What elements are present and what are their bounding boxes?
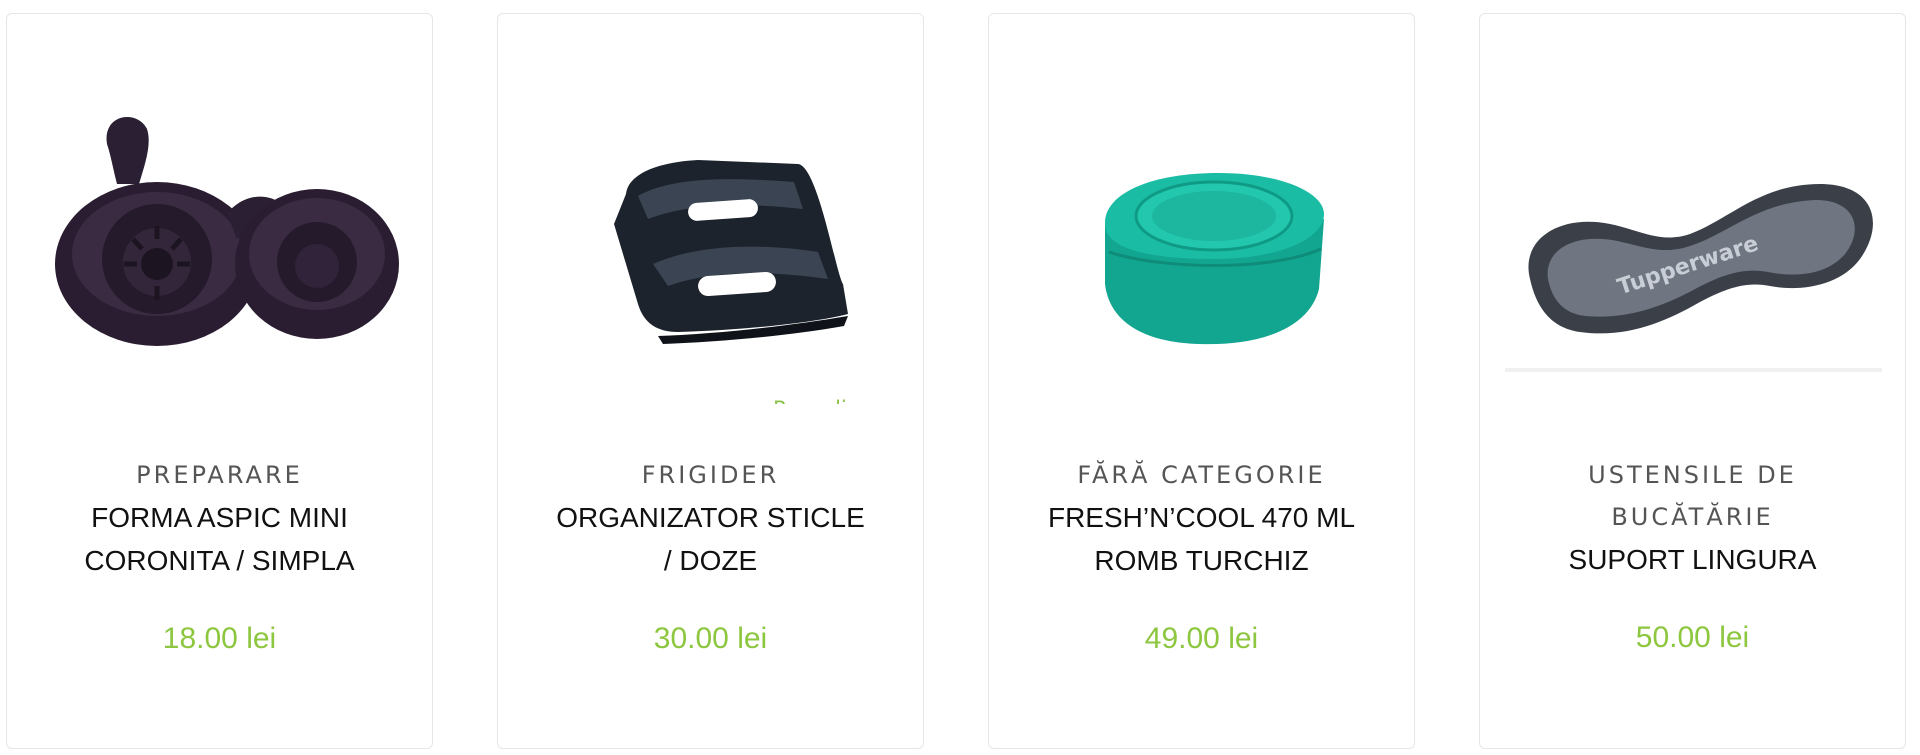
turquoise-container-image — [1104, 172, 1324, 345]
product-grid: PREPARARE FORMA ASPIC MINI CORONITA / SI… — [0, 0, 1920, 755]
product-title[interactable]: FORMA ASPIC MINI CORONITA / SIMPLA — [65, 496, 375, 582]
product-card[interactable]: FĂRĂ CATEGORIE FRESH’N’COOL 470 ML ROMB … — [988, 13, 1415, 749]
product-image[interactable] — [1009, 74, 1396, 404]
product-price: 49.00 lei — [1144, 622, 1259, 655]
product-title[interactable]: FRESH’N’COOL 470 ML ROMB TURCHIZ — [1047, 496, 1357, 582]
product-price: 50.00 lei — [1635, 621, 1750, 654]
product-price: 30.00 lei — [653, 622, 768, 655]
product-category[interactable]: USTENSILE DE BUCĂTĂRIE — [1563, 454, 1823, 538]
product-card[interactable]: Tupperware USTENSILE DE BUCĂTĂRIE SUPORT… — [1479, 13, 1906, 749]
product-card[interactable]: PREPARARE FORMA ASPIC MINI CORONITA / SI… — [6, 13, 433, 749]
recycline-logo: Recycline by Tupperware — [773, 397, 873, 404]
product-image[interactable]: Tupperware — [1500, 74, 1887, 404]
product-card[interactable]: Recycline by Tupperware FRIGIDER ORGANIZ… — [497, 13, 924, 749]
product-title[interactable]: SUPORT LINGURA — [1563, 538, 1823, 581]
spoon-rest-image: Tupperware — [1505, 184, 1882, 372]
product-image[interactable] — [27, 74, 414, 404]
product-category[interactable]: FRIGIDER — [528, 454, 893, 496]
product-category[interactable]: PREPARARE — [37, 454, 402, 496]
product-title[interactable]: ORGANIZATOR STICLE / DOZE — [556, 496, 866, 582]
product-image[interactable]: Recycline by Tupperware — [518, 74, 905, 404]
bottle-organizer-image: Recycline by Tupperware — [614, 160, 873, 404]
product-price: 18.00 lei — [162, 622, 277, 655]
product-category[interactable]: FĂRĂ CATEGORIE — [1019, 454, 1384, 496]
svg-text:Recycline: Recycline — [773, 397, 873, 404]
aspic-molds-image — [55, 117, 399, 346]
